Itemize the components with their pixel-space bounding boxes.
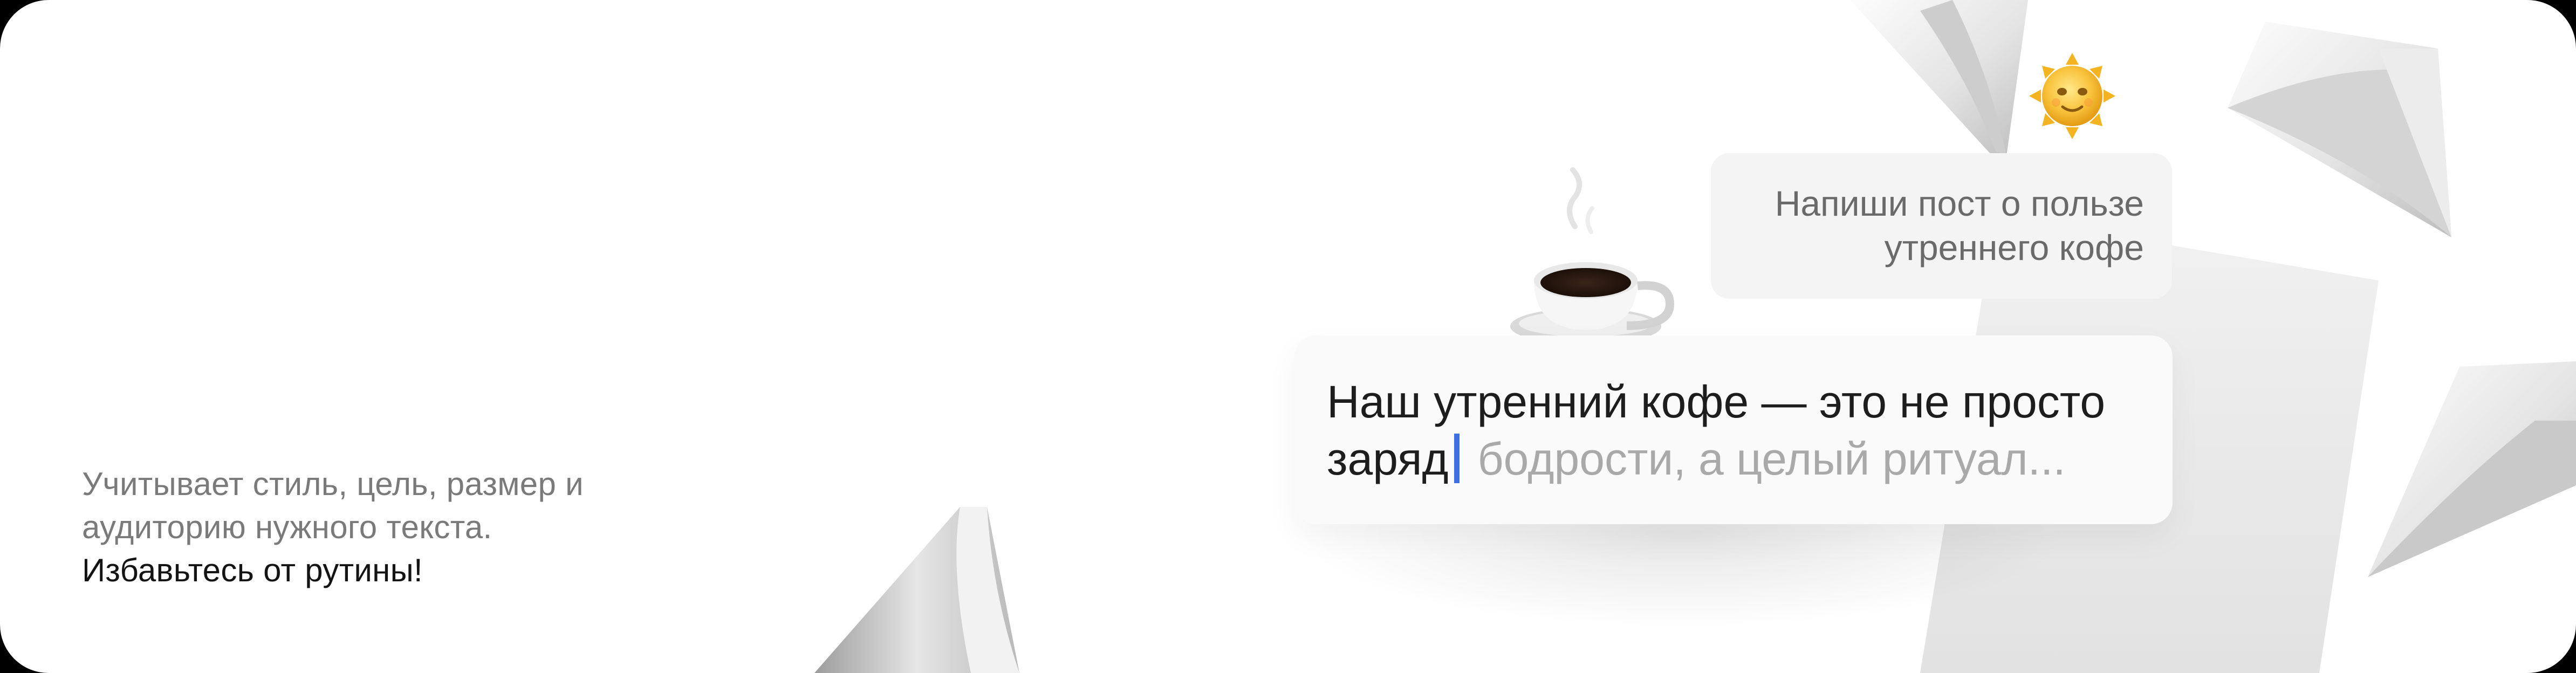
reply-typed-text: заряд <box>1327 434 1449 484</box>
paper-sheet-icon <box>814 507 1019 673</box>
prompt-line-2: утреннего кофе <box>1884 228 2144 267</box>
tagline-line-2: аудиторию нужного текста. <box>82 509 492 545</box>
tagline-line-1: Учитывает стиль, цель, размер и <box>82 466 584 502</box>
paper-sheet-icon <box>2228 22 2451 237</box>
tagline-line-3: Избавьтесь от рутины! <box>82 552 423 588</box>
prompt-line-1: Напиши пост о пользе <box>1775 183 2144 223</box>
text-caret <box>1454 434 1460 483</box>
reply-line-1: Наш утренний кофе — это не просто <box>1327 376 2106 427</box>
paper-sheet-icon <box>2368 361 2576 577</box>
prompt-message-bubble: Напиши пост о пользе утреннего кофе <box>1711 153 2172 299</box>
promo-card: Учитывает стиль, цель, размер и аудитори… <box>0 0 2576 673</box>
tagline: Учитывает стиль, цель, размер и аудитори… <box>82 463 729 592</box>
reply-line-2: заряд бодрости, а целый ритуал... <box>1327 430 2140 487</box>
paper-sheet-icon <box>1850 0 2028 156</box>
sun-emoji-icon <box>2029 53 2115 139</box>
reply-message-bubble[interactable]: Наш утренний кофе — это не просто заряд б… <box>1294 335 2173 524</box>
reply-suggestion-text: бодрости, а целый ритуал... <box>1477 434 2066 484</box>
coffee-cup-emoji-icon <box>1510 167 1675 345</box>
